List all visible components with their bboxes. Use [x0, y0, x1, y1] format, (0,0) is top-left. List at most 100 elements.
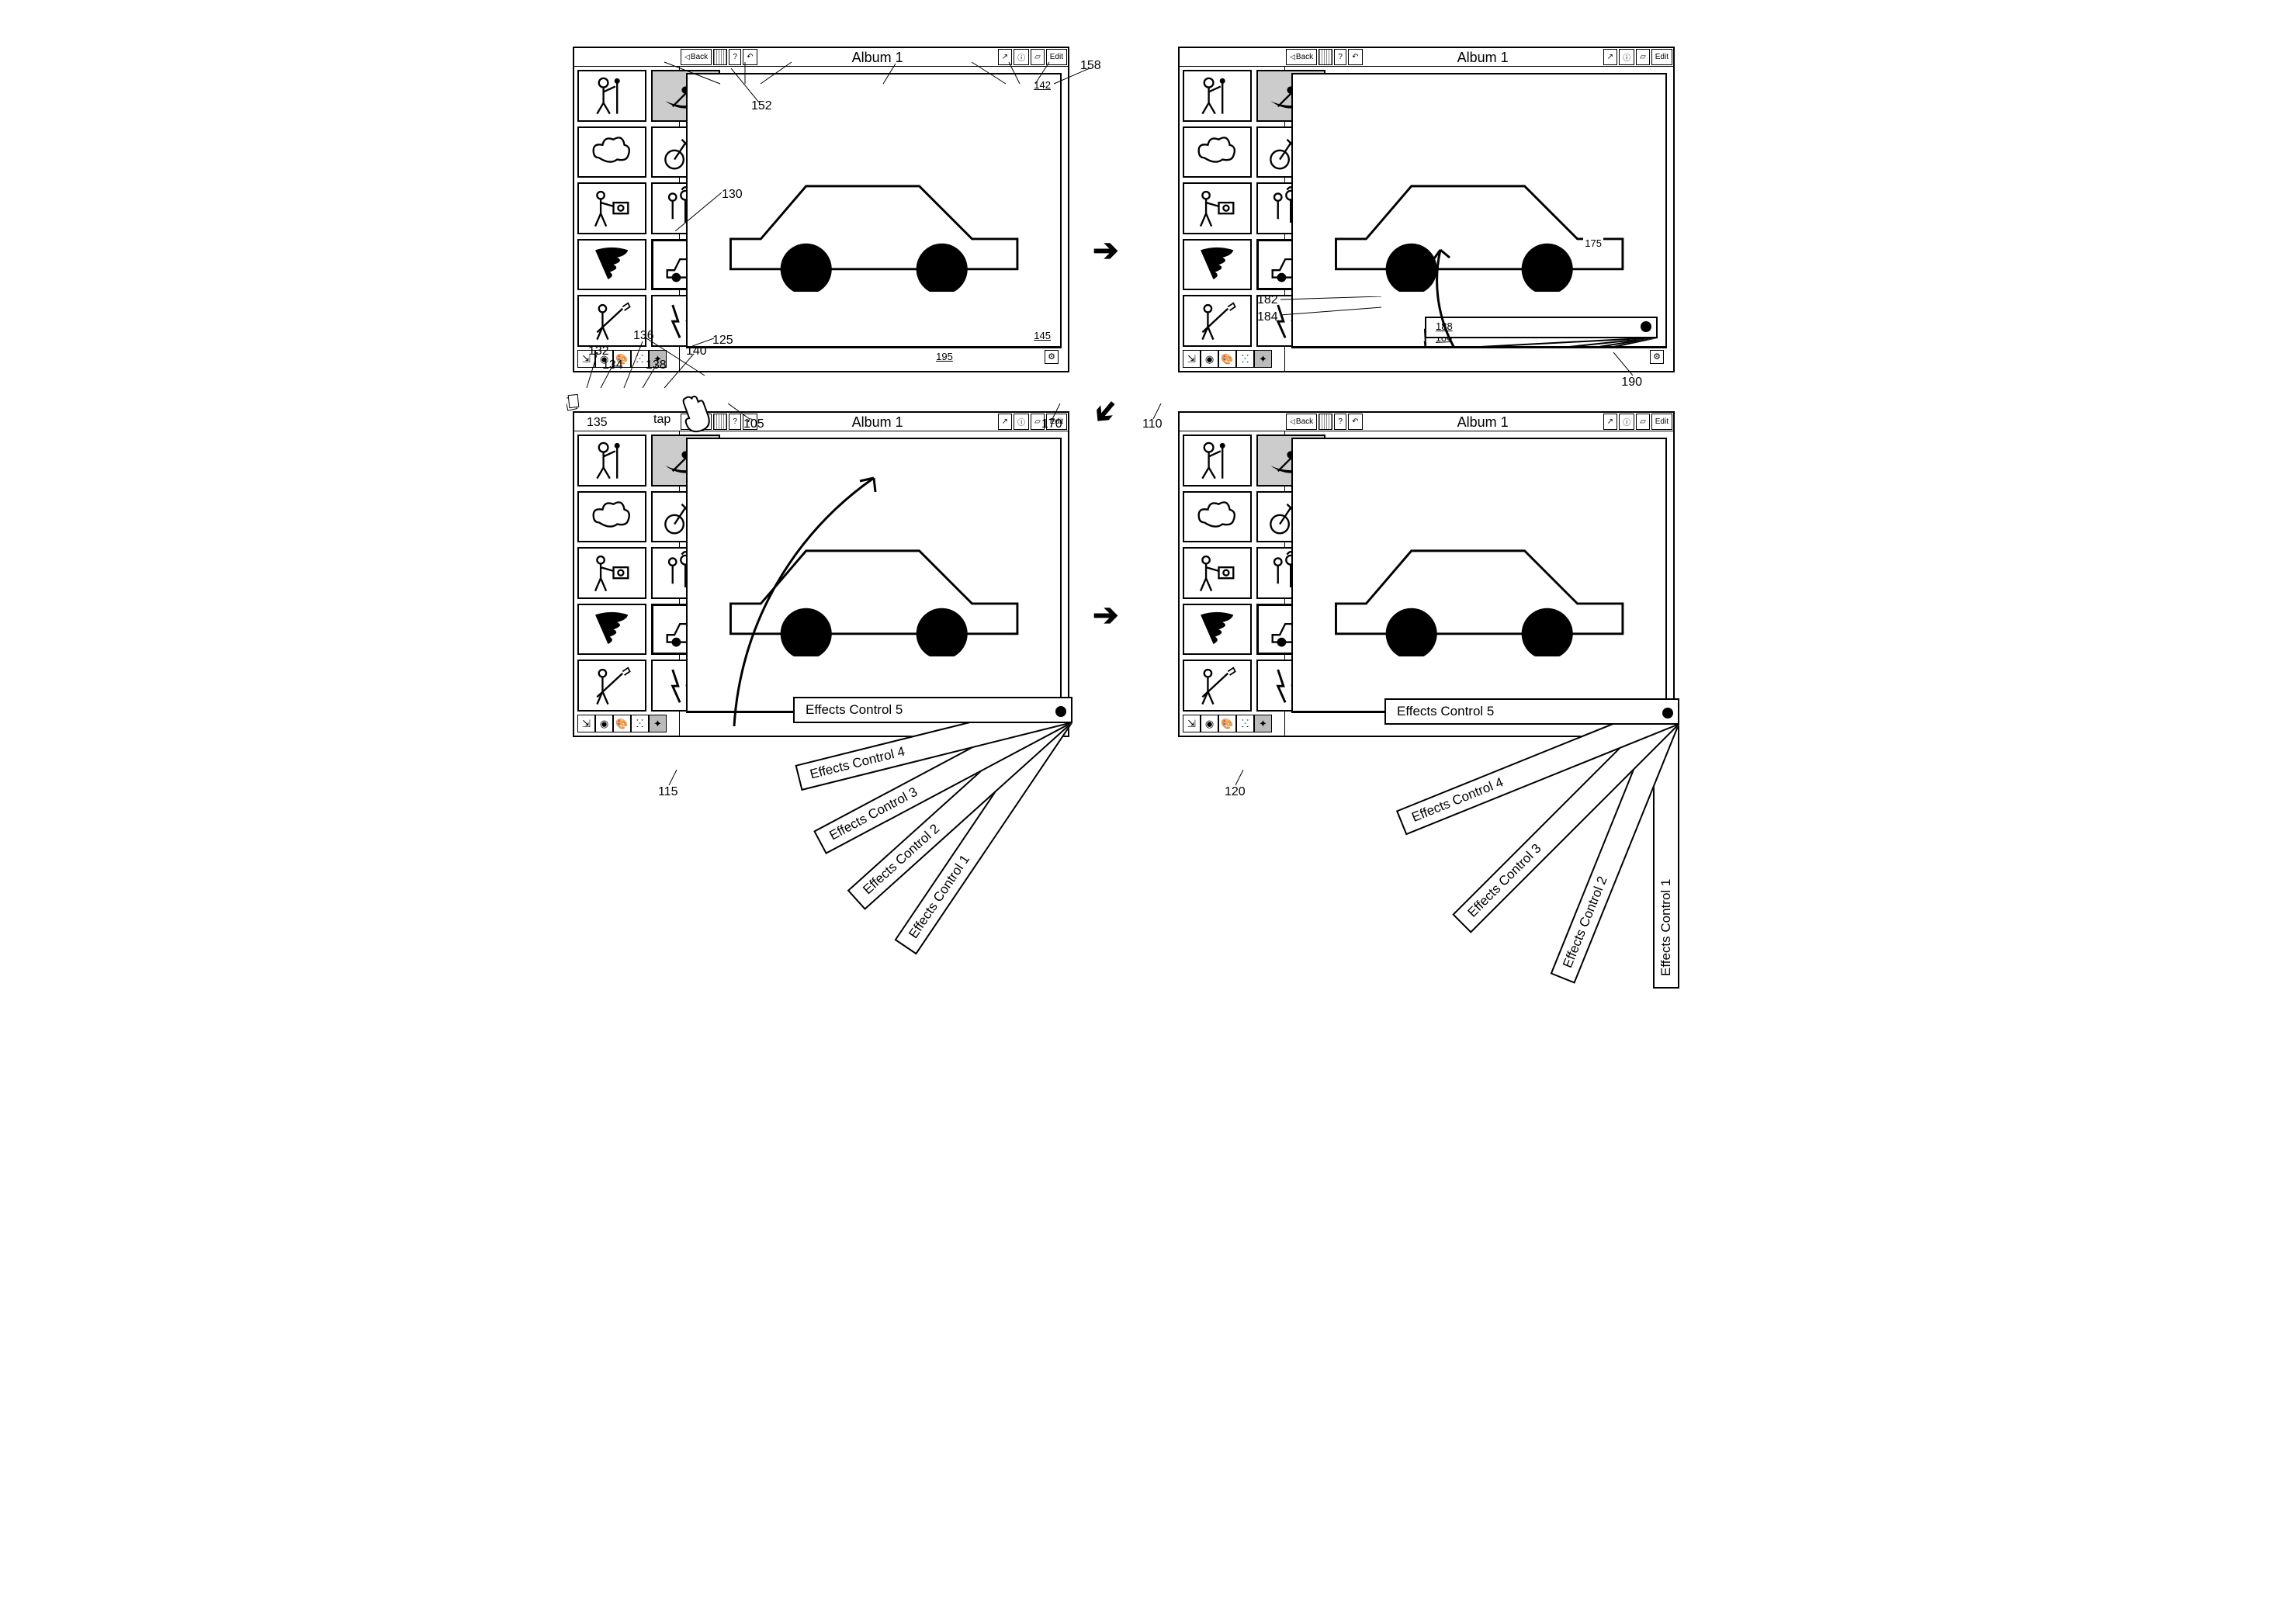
info-button[interactable]: ⓘ	[1014, 49, 1029, 65]
canvas[interactable]: 142 145	[686, 73, 1062, 348]
thumb-tornado[interactable]	[577, 604, 646, 656]
flow-arrow-3: ➔	[1093, 597, 1119, 633]
share-button[interactable]: ↗	[998, 414, 1012, 430]
car-image	[1315, 156, 1643, 292]
effects-card-5[interactable]: Effects Control 5	[793, 697, 1072, 723]
ref-142: 142	[1032, 79, 1052, 91]
edit-button[interactable]: Edit	[1651, 414, 1672, 430]
thumb-photographer[interactable]	[1183, 182, 1252, 234]
ref-190: 190	[1621, 376, 1642, 390]
thumb-photographer[interactable]	[577, 547, 646, 599]
tool-row: ⇲◉🎨ⵘ✦	[577, 715, 676, 732]
tool-brushes[interactable]: ⵘ	[1236, 715, 1254, 732]
ref-175: 175	[1583, 237, 1603, 249]
thumb-guitarist[interactable]	[1183, 295, 1252, 347]
tool-palette[interactable]: 🎨	[1218, 715, 1236, 732]
grid-toggle[interactable]	[1319, 49, 1332, 65]
canvas[interactable]: Effects Control 1 Effects Control 2 Effe…	[1291, 438, 1667, 712]
canvas[interactable]: Effects Control 1 Effects Control 2 Effe…	[686, 438, 1062, 712]
tool-brushes[interactable]: ⵘ	[1236, 350, 1254, 368]
crop-button[interactable]: ▱	[1031, 49, 1045, 65]
info-button[interactable]: ⓘ	[1619, 414, 1634, 430]
thumb-guitarist[interactable]	[577, 660, 646, 712]
car-image	[1315, 521, 1643, 656]
thumb-tornado[interactable]	[1183, 239, 1252, 291]
toolbar: Back ? ↶ Album 1 ↗ ⓘ ▱ Edit	[574, 413, 1068, 431]
undo-button[interactable]: ↶	[743, 49, 757, 65]
car-image	[710, 521, 1038, 656]
share-button[interactable]: ↗	[998, 49, 1012, 65]
grid-toggle[interactable]	[713, 49, 727, 65]
tool-crop[interactable]: ⇲	[577, 715, 595, 732]
page-title: Album 1	[758, 48, 997, 66]
toolbar: Back ? ↶ Album 1 ↗ ⓘ ▱ Edit	[574, 48, 1068, 67]
thumb-photographer[interactable]	[1183, 547, 1252, 599]
thumb-grid	[577, 70, 676, 347]
ref-115: 115	[658, 785, 678, 799]
ref-130: 130	[722, 188, 743, 202]
thumb-photographer[interactable]	[577, 182, 646, 234]
bottom-bar: 195 ⚙	[686, 348, 1062, 365]
info-button[interactable]: ⓘ	[1014, 414, 1029, 430]
back-button[interactable]: Back	[681, 49, 712, 65]
effects-card-5[interactable]: Effects Control 5	[1384, 698, 1679, 725]
fan-pivot[interactable]	[1641, 321, 1651, 332]
tool-crop[interactable]: ⇲	[1183, 350, 1201, 368]
flow-arrow-1: ➔	[1093, 233, 1119, 268]
ref-170: 170	[1041, 417, 1062, 431]
share-button[interactable]: ↗	[1603, 49, 1617, 65]
crop-button[interactable]: ▱	[1636, 414, 1650, 430]
share-button[interactable]: ↗	[1603, 414, 1617, 430]
thumb-singer[interactable]	[1183, 435, 1252, 487]
grid-toggle[interactable]	[1319, 414, 1332, 430]
crop-button[interactable]: ▱	[1636, 49, 1650, 65]
help-button[interactable]: ?	[729, 414, 741, 430]
tool-effects[interactable]: ✦	[1254, 350, 1272, 368]
ref-138: 138	[646, 358, 667, 372]
tool-palette[interactable]: 🎨	[613, 715, 631, 732]
back-button[interactable]: Back	[1286, 49, 1317, 65]
car-image	[710, 156, 1038, 292]
edit-button[interactable]: Edit	[1046, 49, 1067, 65]
back-button[interactable]: Back	[1286, 414, 1317, 430]
tool-brushes[interactable]: ⵘ	[631, 715, 649, 732]
canvas[interactable]: Effects Control 1180 x x 186 188 175	[1291, 73, 1667, 348]
fan-pivot[interactable]	[1055, 706, 1066, 717]
undo-button[interactable]: ↶	[1348, 414, 1362, 430]
edit-button[interactable]: Edit	[1651, 49, 1672, 65]
thumb-clouds[interactable]	[577, 126, 646, 178]
ref-182: 182	[1257, 293, 1278, 307]
page-title: Album 1	[1364, 413, 1603, 431]
ref-125: 125	[712, 334, 733, 348]
tool-aperture[interactable]: ◉	[1201, 715, 1218, 732]
help-button[interactable]: ?	[1334, 414, 1346, 430]
tool-crop[interactable]: ⇲	[1183, 715, 1201, 732]
undo-button[interactable]: ↶	[1348, 49, 1362, 65]
thumb-singer[interactable]	[577, 70, 646, 122]
ref-152: 152	[751, 99, 772, 113]
tool-aperture[interactable]: ◉	[1201, 350, 1218, 368]
tool-aperture[interactable]: ◉	[595, 715, 613, 732]
fan-pivot[interactable]	[1662, 708, 1673, 719]
help-button[interactable]: ?	[729, 49, 741, 65]
panel-115: Back ? ↶ Album 1 ↗ ⓘ ▱ Edit ⇲◉🎨ⵘ✦	[573, 411, 1069, 737]
info-button[interactable]: ⓘ	[1619, 49, 1634, 65]
thumb-tornado[interactable]	[577, 239, 646, 291]
effects-card-3[interactable]: Effects Control 3	[1452, 706, 1679, 933]
thumb-clouds[interactable]	[1183, 491, 1252, 543]
thumb-guitarist[interactable]	[1183, 660, 1252, 712]
thumb-singer[interactable]	[1183, 70, 1252, 122]
settings-icon[interactable]: ⚙	[1045, 350, 1059, 364]
thumb-clouds[interactable]	[1183, 126, 1252, 178]
help-button[interactable]: ?	[1334, 49, 1346, 65]
thumb-clouds[interactable]	[577, 491, 646, 543]
thumb-singer[interactable]	[577, 435, 646, 487]
tool-effects[interactable]: ✦	[649, 715, 667, 732]
effects-card-5[interactable]: 188	[1425, 317, 1658, 338]
tool-effects[interactable]: ✦	[1254, 715, 1272, 732]
tool-palette[interactable]: 🎨	[1218, 350, 1236, 368]
bottom-bar: ⚙	[1291, 348, 1667, 365]
ref-105: 105	[743, 417, 764, 431]
settings-icon[interactable]: ⚙	[1650, 350, 1664, 364]
thumb-tornado[interactable]	[1183, 604, 1252, 656]
